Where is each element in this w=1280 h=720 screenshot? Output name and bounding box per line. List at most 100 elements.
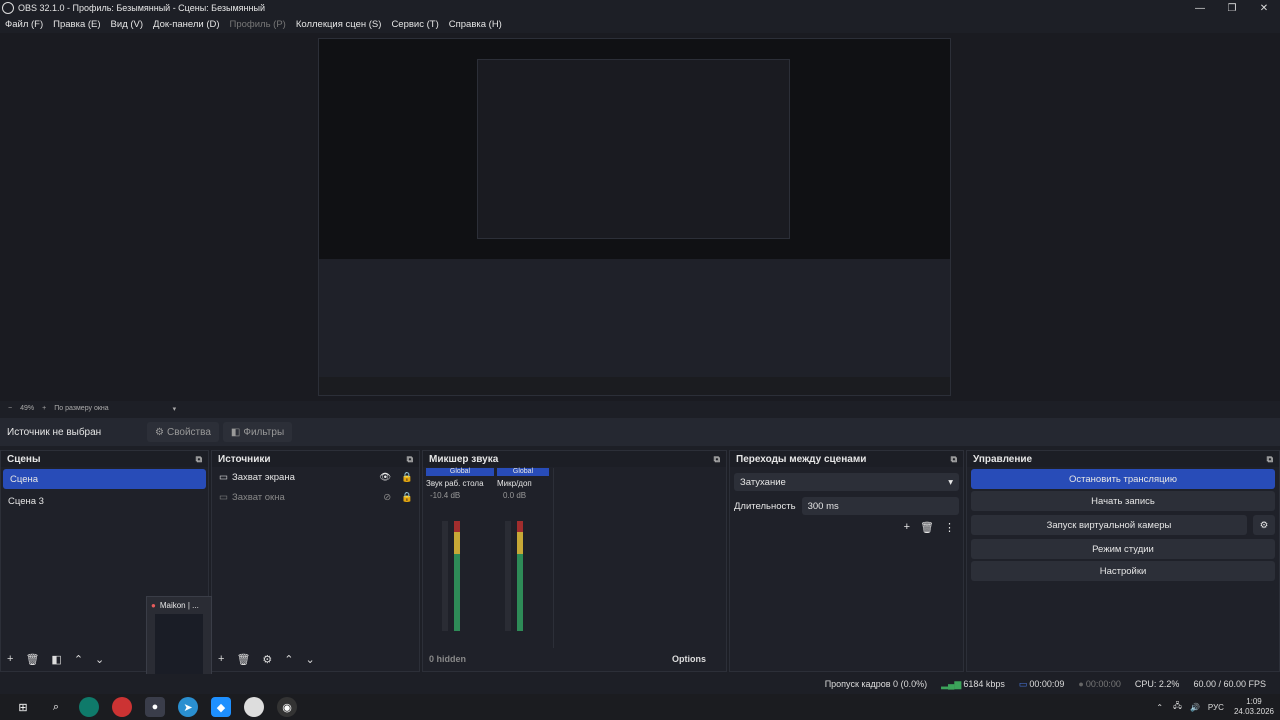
menu-docks[interactable]: Док-панели (D) <box>153 19 219 30</box>
window-icon: ▭ <box>219 491 228 503</box>
volume-meter <box>454 521 460 631</box>
obs-icon[interactable]: ◉ <box>277 697 297 717</box>
windows-start-icon[interactable]: ⊞ <box>13 697 33 717</box>
scene-item[interactable]: Сцена <box>3 469 206 489</box>
volume-icon[interactable]: 🔊 <box>1190 703 1200 712</box>
maximize-button[interactable]: ❐ <box>1216 0 1248 16</box>
menu-file[interactable]: Файл (F) <box>5 19 43 30</box>
zoom-in-button[interactable]: + <box>42 405 46 412</box>
options-button[interactable]: Options <box>672 654 706 664</box>
studio-mode-button[interactable]: Режим студии <box>971 539 1275 559</box>
transition-select[interactable]: Затухание ▾ <box>734 473 959 491</box>
more-icon[interactable]: ⋮ <box>944 521 955 534</box>
zoom-out-button[interactable]: − <box>8 405 12 412</box>
properties-button[interactable]: ⚙ Свойства <box>147 422 219 442</box>
chevron-up-icon[interactable]: ⌃ <box>284 653 293 666</box>
eye-off-icon[interactable]: ⊘ <box>383 492 391 503</box>
filters-button[interactable]: ◧ Фильтры <box>222 422 293 442</box>
thumbnail-preview <box>155 614 203 682</box>
channel-name[interactable]: Микр/доп <box>497 479 549 488</box>
gear-icon[interactable]: ⚙ <box>1253 515 1275 535</box>
app-icon[interactable] <box>244 697 264 717</box>
menu-profile[interactable]: Профиль (P) <box>230 19 286 30</box>
trash-icon[interactable]: 🗑 <box>920 521 934 534</box>
channel-db: -10.4 dB <box>430 491 461 500</box>
chevron-down-icon[interactable]: ▾ <box>173 405 177 413</box>
clock[interactable]: 1:09 24.03.2026 <box>1234 697 1274 717</box>
menu-view[interactable]: Вид (V) <box>111 19 144 30</box>
mixer-channel-1: Global Звук раб. стола -10.4 dB <box>426 468 494 500</box>
undock-icon[interactable]: ⧉ <box>407 454 413 465</box>
zoom-bar: − 49% + По размеру окна ▾ <box>0 401 1280 416</box>
duration-input[interactable]: 300 ms <box>801 497 959 515</box>
chrome-icon[interactable] <box>112 697 132 717</box>
app-icon[interactable]: ◆ <box>211 697 231 717</box>
trash-icon[interactable]: 🗑 <box>25 653 39 666</box>
volume-slider[interactable] <box>442 521 448 631</box>
add-icon[interactable]: + <box>7 653 13 665</box>
scene-item[interactable]: Сцена 3 <box>1 491 208 511</box>
cpu-usage: CPU: 2.2% <box>1134 679 1180 689</box>
zoom-mode-dropdown[interactable]: По размеру окна <box>54 405 108 412</box>
global-badge: Global <box>497 468 549 476</box>
zoom-value: 49% <box>20 405 35 412</box>
filter-icon[interactable]: ◧ <box>51 653 61 666</box>
stream-icon: ▭ <box>1018 678 1028 689</box>
language-indicator[interactable]: РУС <box>1208 703 1224 712</box>
telegram-icon[interactable]: ➤ <box>178 697 198 717</box>
stop-streaming-button[interactable]: Остановить трансляцию <box>971 469 1275 489</box>
menu-tools[interactable]: Сервис (T) <box>391 19 438 30</box>
network-icon[interactable]: 🖧 <box>1173 700 1182 714</box>
system-tray: ⌃ 🖧 🔊 РУС 1:09 24.03.2026 <box>1156 694 1274 720</box>
menu-scene-collection[interactable]: Коллекция сцен (S) <box>296 19 382 30</box>
chevron-down-icon[interactable]: ⌄ <box>95 653 104 666</box>
transitions-title: Переходы между сценами <box>736 453 867 465</box>
hidden-count: 0 hidden <box>429 654 467 664</box>
nested-taskbar <box>319 377 950 395</box>
obs-icon <box>2 2 14 14</box>
chevron-up-icon[interactable]: ⌃ <box>1156 703 1163 712</box>
channel-name[interactable]: Звук раб. стола <box>426 479 494 488</box>
preview-canvas[interactable] <box>318 38 951 396</box>
minimize-button[interactable]: — <box>1184 0 1216 16</box>
menu-edit[interactable]: Правка (E) <box>53 19 100 30</box>
start-recording-button[interactable]: Начать запись <box>971 491 1275 511</box>
settings-button[interactable]: Настройки <box>971 561 1275 581</box>
undock-icon[interactable]: ⧉ <box>714 454 720 465</box>
menu-help[interactable]: Справка (H) <box>449 19 502 30</box>
yandex-icon[interactable]: ● <box>145 697 165 717</box>
lock-icon[interactable]: 🔒 <box>401 472 413 483</box>
chevron-up-icon[interactable]: ⌃ <box>74 653 83 666</box>
preview-area[interactable] <box>0 33 1280 401</box>
add-icon[interactable]: + <box>904 521 910 534</box>
mixer-dock: Микшер звука ⧉ Global Звук раб. стола -10… <box>422 450 727 672</box>
undock-icon[interactable]: ⧉ <box>951 454 957 465</box>
edge-icon[interactable] <box>79 697 99 717</box>
search-icon[interactable]: ⌕ <box>46 697 66 717</box>
undock-icon[interactable]: ⧉ <box>196 454 202 465</box>
volume-slider[interactable] <box>505 521 511 631</box>
window-title: OBS 32.1.0 - Профиль: Безымянный - Сцены… <box>18 3 265 13</box>
no-source-label: Источник не выбран <box>7 426 102 438</box>
source-toolbar: Источник не выбран ⚙ Свойства ◧ Фильтры <box>0 418 1280 446</box>
nested-docks <box>319 259 950 377</box>
chevron-down-icon: ▾ <box>948 476 953 488</box>
add-icon[interactable]: + <box>218 653 224 665</box>
gear-icon[interactable]: ⚙ <box>262 653 272 666</box>
source-item[interactable]: ▭ Захват экрана 👁 🔒 <box>212 467 419 487</box>
bitrate: 6184 kbps <box>963 679 1005 689</box>
close-button[interactable]: ✕ <box>1248 0 1280 16</box>
status-bar: Пропуск кадров 0 (0.0%) ▂▄▆ 6184 kbps ▭ 00… <box>0 674 1280 694</box>
undock-icon[interactable]: ⧉ <box>1267 454 1273 465</box>
controls-title: Управление <box>973 453 1033 465</box>
mixer-channel-2: Global Микр/доп 0.0 dB <box>497 468 549 500</box>
eye-icon[interactable]: 👁 <box>379 472 391 483</box>
lock-icon[interactable]: 🔒 <box>401 492 413 503</box>
transitions-dock: Переходы между сценами ⧉ Затухание ▾ Длите… <box>729 450 964 672</box>
trash-icon[interactable]: 🗑 <box>236 653 250 666</box>
record-icon: ● <box>1078 679 1084 689</box>
monitor-icon: ▭ <box>219 471 228 483</box>
chevron-down-icon[interactable]: ⌄ <box>306 653 315 666</box>
start-virtual-camera-button[interactable]: Запуск виртуальной камеры <box>971 515 1247 535</box>
source-item[interactable]: ▭ Захват окна ⊘ 🔒 <box>212 487 419 507</box>
